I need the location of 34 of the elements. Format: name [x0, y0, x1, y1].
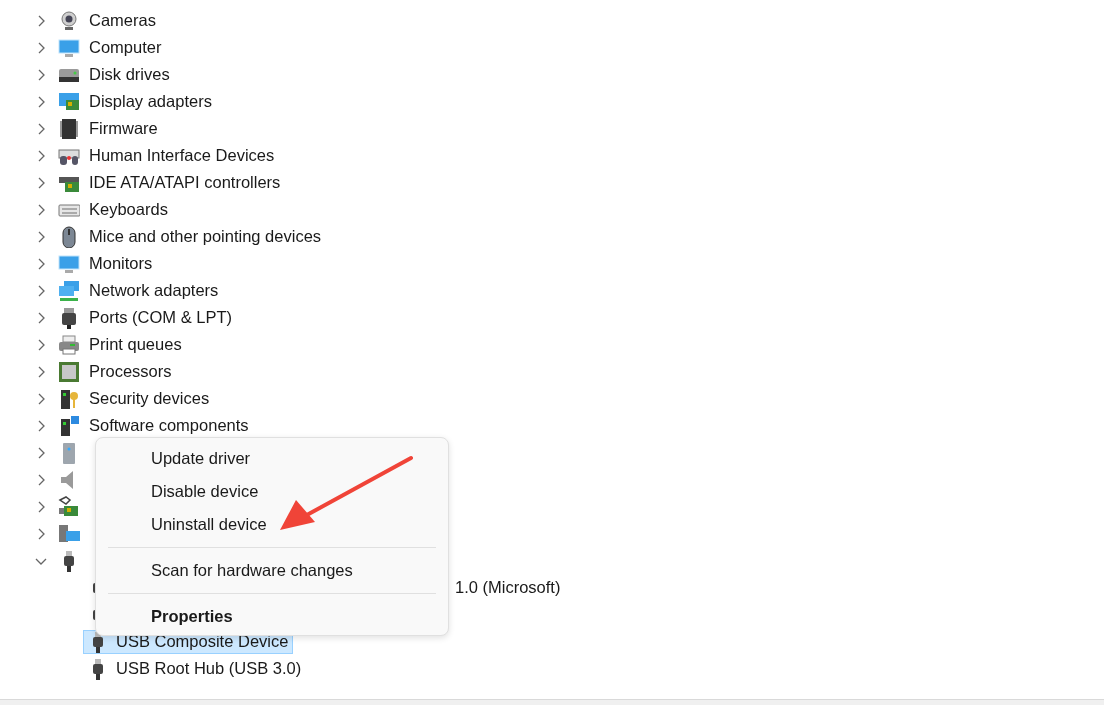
device-category-icon [58, 414, 80, 437]
device-category-icon [58, 117, 80, 140]
tree-item[interactable]: Human Interface Devices [89, 143, 275, 168]
device-category-icon [58, 90, 80, 113]
tree-item[interactable]: Cameras [89, 8, 156, 33]
tree-item[interactable]: Processors [89, 359, 172, 384]
tree-item[interactable]: Ports (COM & LPT) [89, 305, 232, 330]
tree-item[interactable]: Computer [89, 35, 162, 60]
menu-item[interactable]: Update driver [96, 442, 448, 475]
device-category-icon [58, 279, 80, 302]
device-category-icon [58, 9, 80, 32]
tree-item[interactable]: Firmware [89, 116, 158, 141]
tree-item[interactable]: USB Root Hub (USB 3.0) [116, 656, 302, 681]
tree-item[interactable]: IDE ATA/ATAPI controllers [89, 170, 281, 195]
tree-item[interactable]: Network adapters [89, 278, 219, 303]
tree-item[interactable]: Monitors [89, 251, 153, 276]
device-category-icon [58, 36, 80, 59]
device-category-icon [58, 333, 80, 356]
tree-item[interactable]: Mice and other pointing devices [89, 224, 322, 249]
device-category-icon [58, 252, 80, 275]
device-category-icon [58, 522, 80, 545]
tree-item[interactable]: Print queues [89, 332, 182, 357]
tree-item[interactable]: Disk drives [89, 62, 170, 87]
tree-item[interactable]: Keyboards [89, 197, 168, 222]
tree-item[interactable]: 1.0 (Microsoft) [455, 575, 561, 600]
tree-item[interactable]: Display adapters [89, 89, 212, 114]
menu-item[interactable]: Uninstall device [96, 508, 448, 541]
device-category-icon [58, 360, 80, 383]
menu-item[interactable]: Scan for hardware changes [96, 554, 448, 587]
device-category-icon [58, 495, 80, 518]
menu-item[interactable]: Disable device [96, 475, 448, 508]
tree-item[interactable]: Software components [89, 413, 249, 438]
tree-item[interactable]: Security devices [89, 386, 210, 411]
device-category-icon [58, 387, 80, 410]
